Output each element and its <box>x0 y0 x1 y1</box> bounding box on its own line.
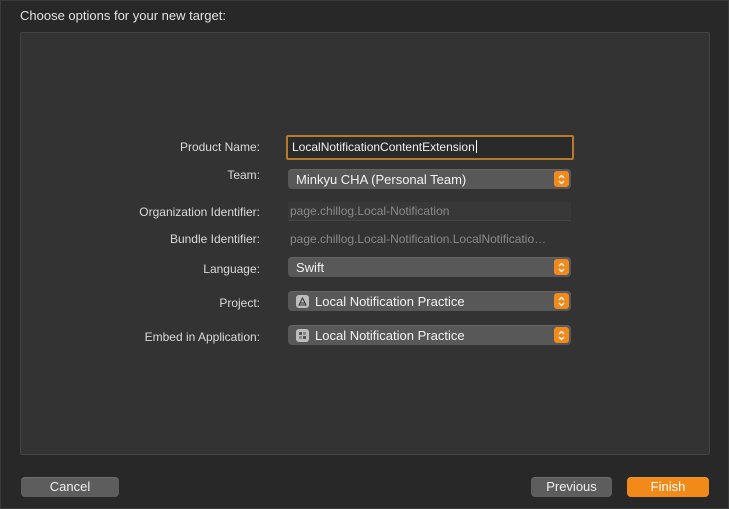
popup-chevrons-icon <box>554 171 569 187</box>
embed-in-application-popup[interactable]: Local Notification Practice <box>288 325 571 345</box>
organization-identifier-field[interactable]: page.chillog.Local-Notification <box>288 202 571 221</box>
finish-button[interactable]: Finish <box>627 477 709 497</box>
text-caret <box>475 140 477 153</box>
bundle-identifier-label: Bundle Identifier: <box>169 232 260 246</box>
bundle-identifier-value: page.chillog.Local-Notification.LocalNot… <box>290 232 547 246</box>
cancel-button[interactable]: Cancel <box>21 477 119 497</box>
product-name-value: LocalNotificationContentExtension <box>292 140 475 154</box>
xcode-project-icon <box>296 294 309 308</box>
product-name-field[interactable]: LocalNotificationContentExtension <box>286 135 574 160</box>
organization-identifier-label: Organization Identifier: <box>139 205 260 219</box>
popup-chevrons-icon <box>554 259 569 275</box>
popup-chevrons-icon <box>554 327 569 343</box>
product-name-label: Product Name: <box>179 140 260 154</box>
dialog-title: Choose options for your new target: <box>20 8 226 23</box>
language-value: Swift <box>296 259 325 275</box>
project-popup[interactable]: Local Notification Practice <box>288 291 571 311</box>
embed-in-application-label: Embed in Application: <box>144 330 260 344</box>
project-value: Local Notification Practice <box>315 293 465 309</box>
language-label: Language: <box>203 262 260 276</box>
language-popup[interactable]: Swift <box>288 257 571 277</box>
popup-chevrons-icon <box>554 293 569 309</box>
new-target-dialog: Choose options for your new target: Prod… <box>0 0 729 509</box>
previous-button[interactable]: Previous <box>531 477 612 497</box>
team-value: Minkyu CHA (Personal Team) <box>296 171 467 187</box>
project-label: Project: <box>219 296 260 310</box>
team-label: Team: <box>227 168 260 182</box>
team-popup[interactable]: Minkyu CHA (Personal Team) <box>288 169 571 189</box>
embed-in-application-value: Local Notification Practice <box>315 327 465 343</box>
app-target-icon <box>296 328 309 342</box>
